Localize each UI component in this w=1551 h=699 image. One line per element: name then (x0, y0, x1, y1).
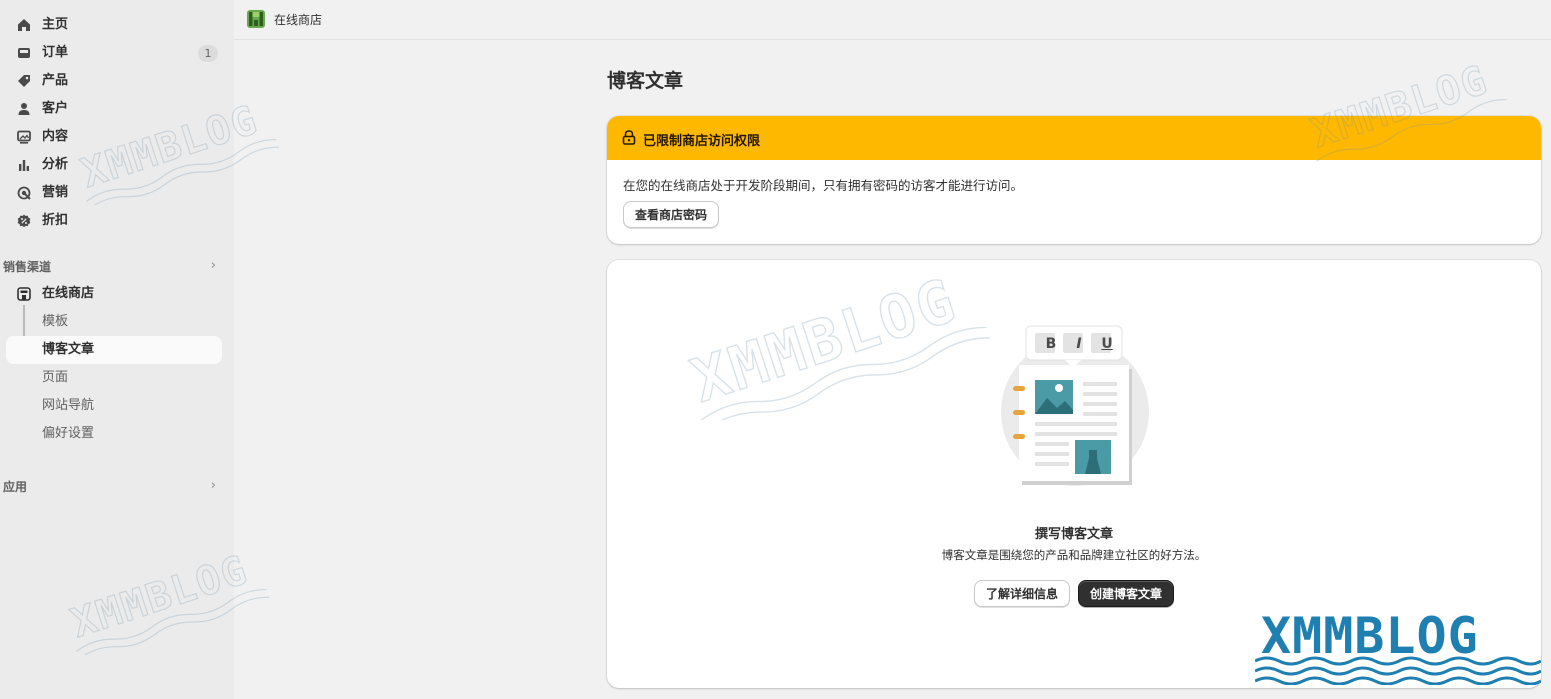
page-title: 博客文章 (607, 70, 684, 92)
sub-item-label: 页面 (42, 370, 69, 385)
underline-format-icon: U (1101, 336, 1113, 352)
view-store-password-button[interactable]: 查看商店密码 (623, 201, 719, 228)
image-icon (17, 130, 31, 144)
nav-label: 折扣 (42, 213, 69, 228)
top-bar: 在线商店 (234, 0, 1551, 40)
nav-item-home[interactable]: 主页 (6, 11, 222, 39)
nav-item-marketing[interactable]: 营销 (6, 179, 222, 207)
sub-item-navigation[interactable]: 网站导航 (6, 392, 222, 420)
empty-state-title: 撰写博客文章 (1034, 527, 1113, 542)
target-icon (17, 186, 31, 200)
bar-chart-icon (17, 158, 31, 172)
learn-more-button[interactable]: 了解详细信息 (974, 580, 1070, 607)
store-access-banner: 已限制商店访问权限 在您的在线商店处于开发阶段期间，只有拥有密码的访客才能进行访… (607, 116, 1541, 244)
nav-label: 分析 (42, 157, 69, 172)
nav-item-products[interactable]: 产品 (6, 67, 222, 95)
sub-item-label: 博客文章 (42, 342, 95, 357)
blog-posts-empty-state-card: B I U 撰写博客文章 博客文章是围绕您的产品和品牌建立社区的好方法。 了解详… (607, 260, 1541, 688)
create-blog-post-button[interactable]: 创建博客文章 (1078, 580, 1174, 607)
home-icon (17, 18, 31, 32)
discount-icon (17, 214, 31, 228)
sub-item-label: 模板 (42, 314, 69, 329)
nav-item-analytics[interactable]: 分析 (6, 151, 222, 179)
sub-item-label: 偏好设置 (42, 426, 95, 441)
chevron-right-icon: › (210, 258, 216, 273)
nav-label: 主页 (42, 17, 69, 32)
nav-item-orders[interactable]: 订单 1 (6, 39, 222, 67)
sub-item-themes[interactable]: 模板 (6, 308, 222, 336)
online-store-app-icon (247, 10, 265, 28)
sales-channels-heading: 销售渠道 (3, 260, 52, 274)
breadcrumb-store[interactable]: 在线商店 (274, 11, 322, 28)
lock-icon (622, 130, 636, 145)
nav-label: 客户 (42, 101, 69, 116)
nav-label: 产品 (42, 73, 69, 88)
banner-body-text: 在您的在线商店处于开发阶段期间，只有拥有密码的访客才能进行访问。 (623, 178, 1024, 193)
nav-label: 营销 (42, 185, 69, 200)
nav-item-online-store[interactable]: 在线商店 (6, 280, 222, 308)
nav-item-content[interactable]: 内容 (6, 123, 222, 151)
apps-section[interactable]: 应用 › (0, 475, 222, 497)
person-icon (17, 102, 31, 116)
sub-item-pages[interactable]: 页面 (6, 364, 222, 392)
orders-count-badge: 1 (198, 45, 218, 62)
sales-channels-section[interactable]: 销售渠道 › (0, 255, 222, 277)
store-icon (17, 287, 31, 301)
sub-item-preferences[interactable]: 偏好设置 (6, 420, 222, 448)
nav-item-customers[interactable]: 客户 (6, 95, 222, 123)
apps-heading: 应用 (3, 480, 28, 494)
sub-item-blog-posts[interactable]: 博客文章 (6, 336, 222, 364)
nav-label: 内容 (42, 129, 69, 144)
sidebar: 主页 订单 1 产品 客户 内容 分析 营销 折扣 销售渠道 › 在线商店 模板… (0, 0, 234, 699)
tag-icon (17, 74, 31, 88)
banner-header: 已限制商店访问权限 (607, 116, 1541, 160)
chevron-right-icon: › (210, 478, 216, 493)
banner-title: 已限制商店访问权限 (643, 134, 761, 149)
inbox-icon (17, 46, 31, 60)
nav-label: 在线商店 (42, 286, 95, 301)
nav-label: 订单 (42, 45, 69, 60)
bold-format-icon: B (1045, 336, 1057, 352)
sub-item-label: 网站导航 (42, 398, 95, 413)
italic-format-icon: I (1076, 336, 1082, 352)
empty-state-description: 博客文章是围绕您的产品和品牌建立社区的好方法。 (941, 548, 1207, 562)
nav-item-discounts[interactable]: 折扣 (6, 207, 222, 235)
